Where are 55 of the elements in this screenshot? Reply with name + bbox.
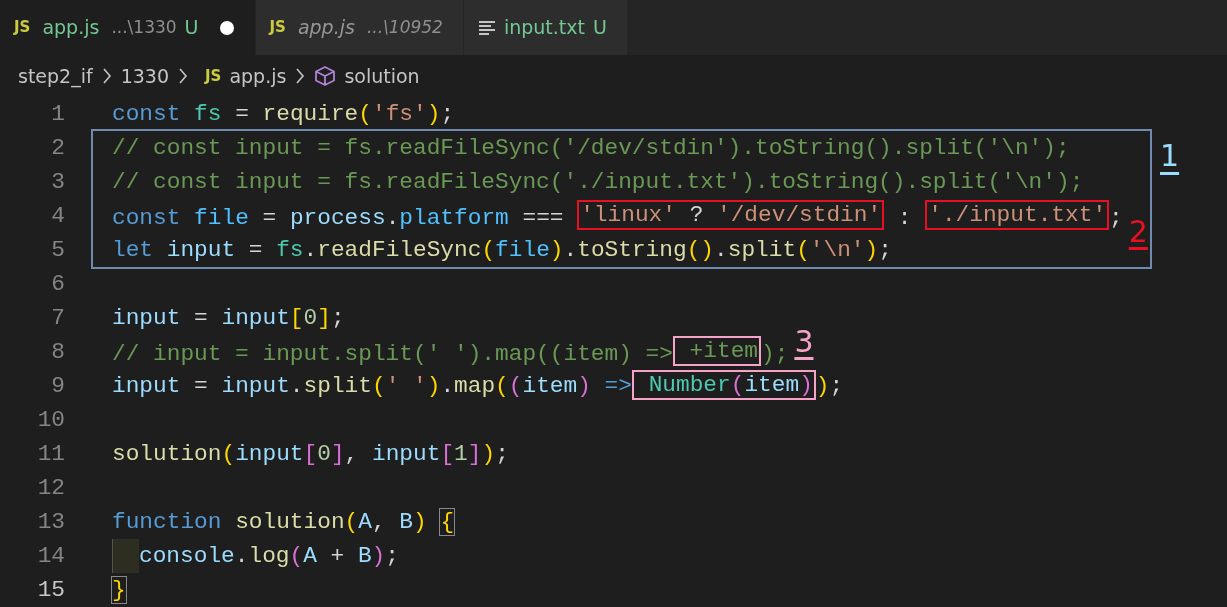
- code-line: }: [112, 577, 126, 603]
- editor-tab[interactable]: input.txt U: [463, 0, 628, 55]
- annotation-number: 2: [1128, 214, 1148, 249]
- tab-label: app.js: [42, 15, 100, 41]
- text-file-icon: [477, 18, 496, 37]
- tab-label: input.txt: [503, 15, 585, 41]
- chevron-icon: [294, 67, 307, 85]
- line-number: 7: [50, 304, 65, 333]
- line-number: 14: [36, 542, 65, 571]
- line-number: 5: [50, 236, 65, 265]
- line-number: 15: [36, 576, 65, 605]
- breadcrumb-item[interactable]: solution: [344, 61, 420, 91]
- line-number: 2: [50, 134, 65, 163]
- line-number: 9: [50, 372, 65, 401]
- tab-path: ...\10952: [366, 15, 443, 39]
- breadcrumb-item[interactable]: 1330: [120, 61, 169, 91]
- line-number: 6: [50, 270, 65, 299]
- editor-tab[interactable]: JS app.js ...\1330 U: [0, 0, 256, 55]
- highlight-frame: +item: [672, 336, 761, 366]
- chevron-icon: [177, 67, 189, 85]
- highlight-frame: Number(item): [631, 370, 816, 400]
- annotation-number: 3: [794, 324, 814, 359]
- highlight-frame: './input.txt': [925, 200, 1110, 230]
- breadcrumb-item[interactable]: app.js: [229, 61, 287, 91]
- chevron-icon: [100, 67, 113, 85]
- line-number: 8: [50, 338, 65, 367]
- git-status: U: [592, 15, 607, 41]
- js-file-icon: JS: [205, 64, 222, 88]
- js-file-icon: JS: [14, 16, 31, 39]
- highlight-frame: 'linux' ? '/dev/stdin': [577, 200, 885, 230]
- code-line: function solution(A, B) {: [112, 509, 455, 535]
- code-line: let input = fs.readFileSync(file).toString().split('\n');: [112, 237, 892, 263]
- unsaved-dot-icon: [218, 19, 235, 36]
- annotation-number: 1: [1160, 139, 1180, 173]
- code-line: input = input[0];: [112, 305, 345, 331]
- code-line: // const input = fs.readFileSync('./input.txt').toString().split('\n');: [112, 169, 1084, 195]
- line-number: 11: [36, 440, 65, 469]
- line-number: 10: [36, 406, 65, 435]
- line-number: 1: [50, 100, 65, 129]
- code-line: input = input.split(' ').map((item) => Number(item));: [112, 373, 844, 399]
- line-number: 12: [36, 474, 65, 503]
- line-number: 4: [50, 202, 65, 231]
- editor-tab[interactable]: JS app.js ...\10952: [255, 0, 464, 55]
- js-file-icon: JS: [269, 16, 286, 39]
- code-line: // const input = fs.readFileSync('/dev/stdin').toString().split('\n');: [112, 135, 1070, 161]
- cube-icon: [314, 65, 337, 87]
- git-status: U: [184, 15, 199, 41]
- tab-path: ...\1330: [111, 15, 177, 39]
- line-number: 13: [36, 508, 65, 537]
- code-line: const fs = require('fs');: [112, 101, 455, 127]
- code-line: solution(input[0], input[1]);: [112, 441, 509, 467]
- breadcrumb-item[interactable]: step2_if: [18, 61, 93, 91]
- line-number: 3: [50, 168, 65, 197]
- tab-label: app.js: [297, 15, 355, 41]
- code-line: console.log(A + B);: [139, 543, 399, 569]
